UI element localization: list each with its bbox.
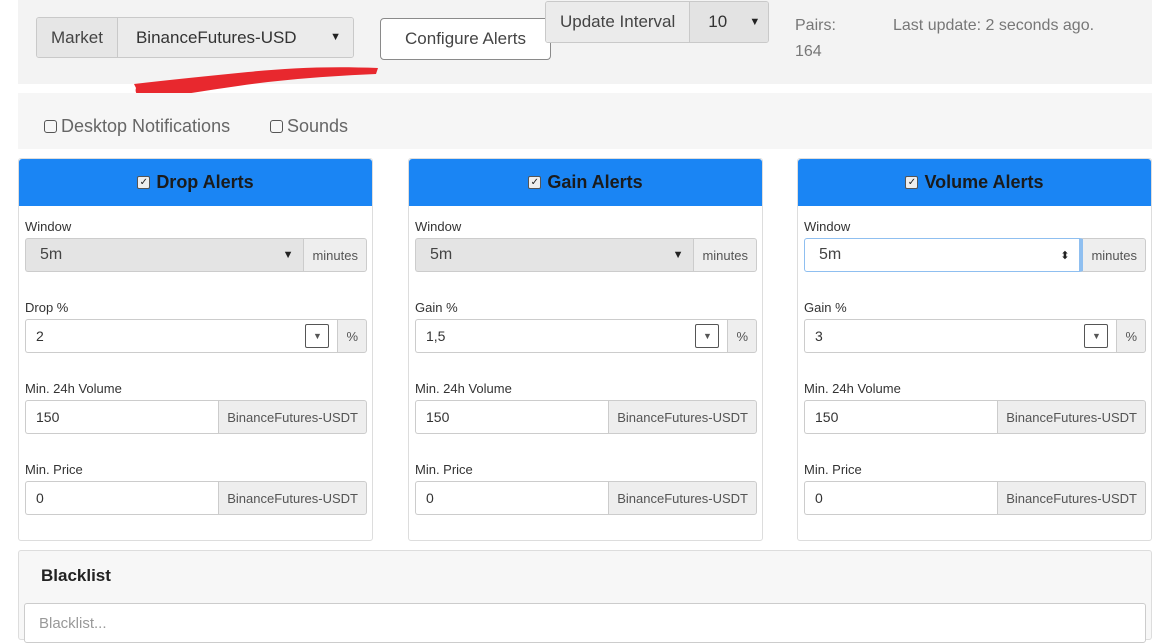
min-volume-row: 150 BinanceFutures-USDT — [415, 400, 757, 434]
percent-unit: % — [727, 319, 757, 353]
drop-percent-row: 2 ▼ % — [25, 319, 367, 353]
min-volume-input[interactable]: 150 — [25, 400, 219, 434]
dropdown-toggle-icon[interactable]: ▼ — [695, 324, 720, 348]
drop-percent-value: 2 — [36, 328, 44, 344]
window-select[interactable]: 5m ⬍ — [804, 238, 1081, 272]
gain-percent-input[interactable]: 1,5 ▼ — [415, 319, 728, 353]
blacklist-panel: Blacklist Blacklist... — [18, 550, 1152, 643]
min-volume-row: 150 BinanceFutures-USDT — [25, 400, 367, 434]
min-price-label: Min. Price — [415, 462, 473, 477]
window-label: Window — [25, 219, 72, 234]
gain-percent-value: 1,5 — [426, 328, 446, 344]
gain-percent-value: 3 — [815, 328, 823, 344]
caret-down-icon: ▼ — [282, 249, 294, 261]
min-price-label: Min. Price — [25, 462, 83, 477]
desktop-notifications-checkbox[interactable]: Desktop Notifications — [44, 116, 230, 137]
min-price-row: 0 BinanceFutures-USDT — [415, 481, 757, 515]
min-volume-label: Min. 24h Volume — [415, 381, 512, 396]
gain-alerts-panel: ✓ Gain Alerts Window 5m ▼ minutes Gain %… — [408, 158, 763, 541]
min-volume-label: Min. 24h Volume — [25, 381, 122, 396]
window-label: Window — [415, 219, 462, 234]
min-volume-label: Min. 24h Volume — [804, 381, 901, 396]
checkbox-icon[interactable] — [44, 120, 57, 133]
updown-icon: ⬍ — [1060, 249, 1070, 262]
notification-settings-bar: Desktop Notifications Sounds — [18, 93, 1152, 149]
min-volume-unit: BinanceFutures-USDT — [997, 400, 1146, 434]
drop-percent-label: Drop % — [25, 300, 69, 315]
min-price-label: Min. Price — [804, 462, 862, 477]
update-interval-value: 10 — [708, 12, 728, 31]
gain-percent-label: Gain % — [415, 300, 458, 315]
window-label: Window — [804, 219, 851, 234]
window-unit: minutes — [693, 238, 757, 272]
gain-percent-row: 1,5 ▼ % — [415, 319, 757, 353]
desktop-notifications-label: Desktop Notifications — [61, 116, 231, 136]
min-price-input[interactable]: 0 — [25, 481, 219, 515]
window-unit: minutes — [1080, 238, 1146, 272]
market-select[interactable]: BinanceFutures-USD ▼ — [117, 18, 353, 57]
sounds-label: Sounds — [287, 116, 349, 136]
market-value: BinanceFutures-USD — [135, 28, 297, 47]
window-select[interactable]: 5m ▼ — [25, 238, 304, 272]
update-interval-select[interactable]: 10 ▼ — [690, 2, 769, 42]
gain-percent-row: 3 ▼ % — [804, 319, 1146, 353]
panel-header[interactable]: ✓ Gain Alerts — [409, 159, 762, 206]
checked-checkbox-icon[interactable]: ✓ — [528, 176, 542, 189]
update-interval-label: Update Interval — [546, 2, 691, 42]
checked-checkbox-icon[interactable]: ✓ — [905, 176, 919, 189]
window-value: 5m — [819, 246, 842, 263]
panel-header[interactable]: ✓ Drop Alerts — [19, 159, 372, 206]
volume-alerts-panel: ✓ Volume Alerts Window 5m ⬍ minutes Gain… — [797, 158, 1152, 541]
panel-title: Volume Alerts — [924, 172, 1044, 192]
panel-title: Drop Alerts — [156, 172, 254, 192]
min-price-row: 0 BinanceFutures-USDT — [804, 481, 1146, 515]
configure-alerts-button[interactable]: Configure Alerts — [380, 18, 551, 60]
percent-unit: % — [1116, 319, 1146, 353]
window-row: 5m ▼ minutes — [415, 238, 757, 272]
dropdown-toggle-icon[interactable]: ▼ — [305, 324, 330, 348]
min-price-row: 0 BinanceFutures-USDT — [25, 481, 367, 515]
checkbox-icon[interactable] — [270, 120, 283, 133]
min-price-input[interactable]: 0 — [804, 481, 998, 515]
min-price-input[interactable]: 0 — [415, 481, 609, 515]
blacklist-title: Blacklist — [41, 566, 111, 585]
min-volume-input[interactable]: 150 — [804, 400, 998, 434]
min-price-unit: BinanceFutures-USDT — [997, 481, 1146, 515]
sounds-checkbox[interactable]: Sounds — [270, 116, 348, 137]
min-volume-row: 150 BinanceFutures-USDT — [804, 400, 1146, 434]
window-row: 5m ⬍ minutes — [804, 238, 1146, 272]
min-price-unit: BinanceFutures-USDT — [608, 481, 757, 515]
market-selector[interactable]: Market BinanceFutures-USD ▼ — [36, 17, 354, 58]
blacklist-input[interactable]: Blacklist... — [24, 603, 1146, 643]
window-row: 5m ▼ minutes — [25, 238, 367, 272]
dropdown-toggle-icon[interactable]: ▼ — [1084, 324, 1109, 348]
update-interval-selector[interactable]: Update Interval 10 ▼ — [545, 1, 770, 43]
caret-down-icon: ▼ — [749, 16, 761, 28]
caret-down-icon: ▼ — [330, 31, 341, 43]
gain-percent-label: Gain % — [804, 300, 847, 315]
min-volume-input[interactable]: 150 — [415, 400, 609, 434]
window-value: 5m — [40, 246, 63, 263]
min-price-unit: BinanceFutures-USDT — [218, 481, 367, 515]
window-unit: minutes — [303, 238, 367, 272]
drop-alerts-panel: ✓ Drop Alerts Window 5m ▼ minutes Drop %… — [18, 158, 373, 541]
gain-percent-input[interactable]: 3 ▼ — [804, 319, 1117, 353]
percent-unit: % — [337, 319, 367, 353]
min-volume-unit: BinanceFutures-USDT — [218, 400, 367, 434]
panel-title: Gain Alerts — [547, 172, 643, 192]
window-value: 5m — [430, 246, 453, 263]
caret-down-icon: ▼ — [672, 249, 684, 261]
window-select[interactable]: 5m ▼ — [415, 238, 694, 272]
market-label: Market — [37, 18, 118, 57]
last-update-status: Last update: 2 seconds ago. — [893, 17, 1095, 34]
checked-checkbox-icon[interactable]: ✓ — [137, 176, 151, 189]
panel-header[interactable]: ✓ Volume Alerts — [798, 159, 1151, 206]
pairs-count: Pairs: 164 — [795, 17, 836, 60]
min-volume-unit: BinanceFutures-USDT — [608, 400, 757, 434]
drop-percent-input[interactable]: 2 ▼ — [25, 319, 338, 353]
